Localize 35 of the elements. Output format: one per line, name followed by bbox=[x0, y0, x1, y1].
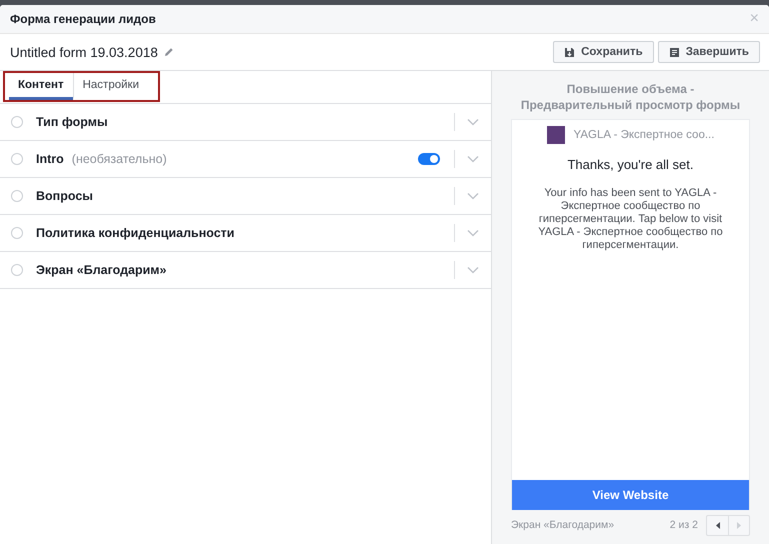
section-title: Intro bbox=[36, 152, 64, 166]
radio-button[interactable] bbox=[11, 153, 23, 165]
dialog-title: Форма генерации лидов bbox=[10, 12, 157, 26]
chevron-down-icon[interactable] bbox=[467, 266, 479, 274]
chevron-down-icon[interactable] bbox=[467, 155, 479, 163]
caret-left-icon bbox=[714, 520, 722, 530]
chevron-down-icon[interactable] bbox=[467, 118, 479, 126]
page-logo bbox=[546, 126, 565, 144]
radio-button[interactable] bbox=[11, 264, 23, 276]
thanks-message: Your info has been sent to YAGLA - Экспертное сообщество по гиперсегментации. Tap below to visit YAGLA - Экспертное сообщество по гиперсегментации. bbox=[537, 187, 724, 252]
radio-button[interactable] bbox=[11, 116, 23, 128]
section-title: Политика конфиденциальности bbox=[36, 226, 234, 240]
tab[interactable]: Настройки bbox=[72, 73, 148, 100]
radio-button[interactable] bbox=[11, 190, 23, 202]
page-name: YAGLA - Экспертное соо... bbox=[574, 129, 714, 141]
chevron-down-icon[interactable] bbox=[467, 229, 479, 237]
form-title: Untitled form 19.03.2018 bbox=[10, 44, 158, 60]
optional-note: (необязательно) bbox=[72, 152, 167, 166]
finish-button[interactable]: Завершить bbox=[658, 41, 760, 63]
pencil-icon[interactable] bbox=[164, 47, 174, 57]
view-website-button[interactable]: View Website bbox=[512, 480, 749, 510]
caret-right-icon bbox=[735, 520, 743, 530]
page-counter: 2 из 2 bbox=[670, 519, 698, 531]
section-title: Вопросы bbox=[36, 189, 93, 203]
radio-button[interactable] bbox=[11, 227, 23, 239]
preview-heading: Повышение объема - Предварительный просмотр формы bbox=[520, 81, 742, 114]
toggle-switch[interactable] bbox=[418, 153, 440, 165]
save-button[interactable]: Сохранить bbox=[553, 41, 654, 63]
document-icon bbox=[668, 46, 680, 58]
tab[interactable]: Контент bbox=[9, 73, 73, 100]
section-title: Экран «Благодарим» bbox=[36, 263, 167, 277]
screen-label: Экран «Благодарим» bbox=[511, 519, 614, 531]
section-title: Тип формы bbox=[36, 115, 108, 129]
thanks-heading: Thanks, you're all set. bbox=[567, 157, 694, 172]
chevron-down-icon[interactable] bbox=[467, 192, 479, 200]
